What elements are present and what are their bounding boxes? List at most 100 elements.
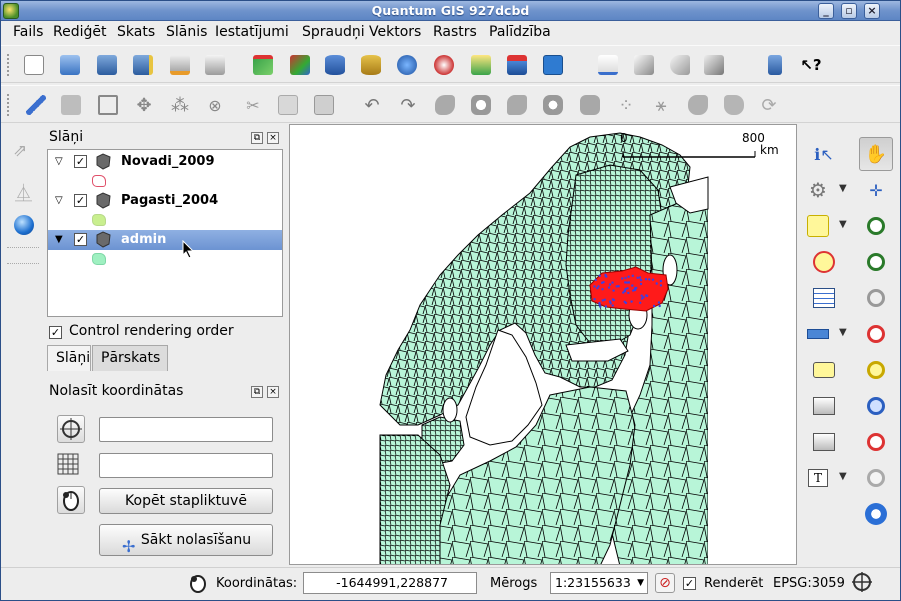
print-icon[interactable] — [202, 52, 228, 78]
map-tips-icon[interactable] — [807, 353, 841, 387]
measure-icon[interactable] — [801, 317, 835, 351]
open-project-icon[interactable] — [57, 52, 83, 78]
close-icon[interactable]: × — [267, 132, 279, 144]
menu-raster[interactable]: Rastrs — [433, 24, 477, 40]
toolbar-grip[interactable] — [7, 94, 11, 116]
merge-attributes-icon[interactable] — [721, 92, 747, 118]
chevron-down-icon[interactable]: ▼ — [839, 327, 847, 338]
menu-layer[interactable]: Slānis — [166, 24, 207, 40]
stop-render-icon[interactable]: ⊘ — [655, 573, 675, 593]
attribute-table-icon[interactable] — [807, 281, 841, 315]
layer-visibility-checkbox[interactable]: ✓ — [74, 155, 87, 168]
remove-layer-icon[interactable] — [504, 52, 530, 78]
maximize-button[interactable]: ▫ — [841, 3, 857, 19]
layer-visibility-checkbox[interactable]: ✓ — [74, 233, 87, 246]
zoom-out-icon[interactable] — [859, 245, 893, 279]
copy-to-clipboard-button[interactable]: Kopēt stapliktuvē — [99, 488, 273, 514]
add-ring-icon[interactable] — [468, 92, 494, 118]
layer-visibility-checkbox[interactable]: ✓ — [74, 194, 87, 207]
close-button[interactable]: × — [864, 3, 880, 19]
save-edits-icon[interactable] — [58, 92, 84, 118]
crs-globe-icon[interactable] — [852, 572, 872, 592]
paste-icon[interactable] — [311, 92, 337, 118]
map-canvas[interactable]: 0 800 km — [289, 124, 797, 565]
select-features-icon[interactable] — [801, 209, 835, 243]
raster-stats-icon[interactable] — [540, 52, 566, 78]
undo-icon[interactable]: ↶ — [359, 92, 385, 118]
plugin-tag-icon[interactable] — [631, 52, 657, 78]
show-bookmarks-icon[interactable] — [807, 425, 841, 459]
chevron-down-icon[interactable]: ▼ — [839, 219, 847, 230]
close-icon[interactable]: × — [267, 386, 279, 398]
delete-part-icon[interactable] — [577, 92, 603, 118]
scale-combobox[interactable]: 1:23155633 ▼ — [550, 572, 648, 594]
spell-check-icon[interactable] — [595, 52, 621, 78]
menu-vector[interactable]: Vektors — [369, 24, 421, 40]
expand-arrow-icon[interactable]: ▽ — [55, 156, 63, 167]
chevron-down-icon[interactable]: ▼ — [839, 471, 847, 482]
add-vector-icon[interactable] — [250, 52, 276, 78]
tools-icon[interactable] — [701, 52, 727, 78]
cut-icon[interactable]: ✂ — [240, 92, 266, 118]
reshape-icon[interactable]: ⁘ — [613, 92, 639, 118]
layer-item-admin[interactable]: ▼ ✓ admin — [48, 230, 282, 250]
add-postgis-icon[interactable] — [322, 52, 348, 78]
expand-arrow-icon[interactable]: ▽ — [55, 195, 63, 206]
add-polygon-icon[interactable] — [95, 92, 121, 118]
pan-icon[interactable]: ✋ — [859, 137, 893, 171]
zoom-full-icon[interactable] — [859, 281, 893, 315]
zoom-in-icon[interactable] — [859, 209, 893, 243]
save-as-icon[interactable] — [130, 52, 156, 78]
add-part-icon[interactable] — [504, 92, 530, 118]
new-bookmark-icon[interactable] — [807, 389, 841, 423]
zoom-to-layer-icon[interactable] — [859, 353, 893, 387]
tag-icon[interactable] — [667, 52, 693, 78]
crs-selector-button[interactable] — [57, 415, 85, 443]
delete-ring-icon[interactable] — [540, 92, 566, 118]
pan-to-selected-icon[interactable]: ✛ — [859, 173, 893, 207]
print-composer-icon[interactable] — [167, 52, 193, 78]
coord-field-2[interactable] — [99, 453, 273, 478]
control-rendering-order[interactable]: ✓ Control rendering order — [49, 323, 234, 339]
toolbar-grip[interactable] — [7, 54, 11, 76]
add-raster-icon[interactable] — [287, 52, 313, 78]
identify-icon[interactable]: ℹ↖ — [807, 137, 841, 171]
node-tool-icon[interactable]: ⁂ — [167, 92, 193, 118]
start-capture-button[interactable]: ✢ Sākt nolasīšanu — [99, 524, 273, 556]
chevron-down-icon[interactable]: ▼ — [637, 573, 644, 593]
text-annotation-icon[interactable]: T — [801, 461, 835, 495]
float-icon[interactable]: ⧉ — [251, 386, 263, 398]
mouse-tracking-button[interactable] — [57, 486, 85, 514]
control-rendering-checkbox[interactable]: ✓ — [49, 326, 62, 339]
menu-help[interactable]: Palīdzība — [489, 24, 551, 40]
add-wfs-icon[interactable] — [431, 52, 457, 78]
split-features-icon[interactable]: ⚹ — [648, 92, 674, 118]
merge-features-icon[interactable] — [685, 92, 711, 118]
add-spatialite-icon[interactable] — [358, 52, 384, 78]
deselect-icon[interactable] — [807, 245, 841, 279]
minimize-button[interactable]: _ — [818, 3, 834, 19]
zoom-native-icon[interactable] — [859, 389, 893, 423]
map-view[interactable]: 0 800 km — [290, 125, 797, 565]
coordinates-value[interactable]: -1644991,228877 — [303, 572, 477, 594]
refresh-icon[interactable] — [859, 497, 893, 531]
menu-plugins[interactable]: Spraudņi — [302, 24, 365, 40]
menu-view[interactable]: Skats — [117, 24, 155, 40]
coord-field-1[interactable] — [99, 417, 273, 442]
whats-this-icon[interactable]: ↖? — [798, 52, 824, 78]
zoom-next-icon[interactable] — [859, 461, 893, 495]
zoom-last-icon[interactable] — [859, 425, 893, 459]
menu-fails[interactable]: Fails — [13, 24, 43, 40]
tab-overview[interactable]: Pārskats — [92, 345, 168, 371]
move-feature-icon[interactable]: ✥ — [131, 92, 157, 118]
zoom-to-selection-icon[interactable] — [859, 317, 893, 351]
tab-layers[interactable]: Slāņi — [47, 345, 91, 371]
redo-icon[interactable]: ↷ — [395, 92, 421, 118]
toggle-edit-icon[interactable] — [23, 92, 49, 118]
chevron-down-icon[interactable]: ▼ — [839, 183, 847, 194]
crs-status[interactable]: EPSG:3059 — [773, 576, 845, 591]
delete-selected-icon[interactable]: ⊗ — [202, 92, 228, 118]
georef-icon[interactable]: ⇗ — [13, 141, 27, 161]
copy-icon[interactable] — [275, 92, 301, 118]
new-project-icon[interactable] — [21, 52, 47, 78]
